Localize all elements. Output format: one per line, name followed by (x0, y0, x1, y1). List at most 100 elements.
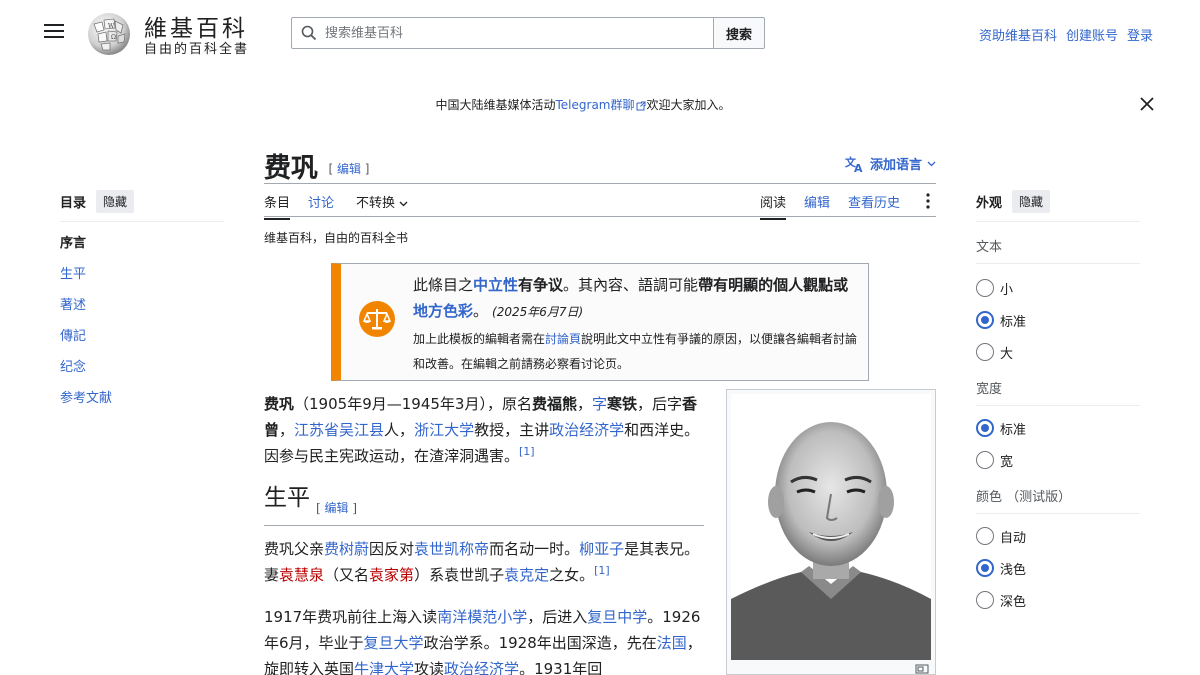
search-icon (301, 25, 317, 41)
more-options-icon[interactable] (925, 192, 931, 210)
education-paragraph: 1917年费巩前往上海入读南洋模范小学，后进入复旦中学。1926年6月，毕业于复… (264, 604, 704, 675)
text: 攻读 (414, 660, 445, 675)
search-box[interactable] (291, 17, 715, 49)
variant-chevron-icon (399, 201, 408, 207)
toc-title: 目录 (60, 196, 87, 211)
radio-color-auto[interactable] (976, 527, 994, 545)
logo-tagline: 自由的百科全書 (144, 42, 250, 57)
title-edit-link[interactable]: 编辑 (337, 162, 361, 176)
tab-article[interactable]: 条目 (264, 192, 291, 220)
toc-hide-button[interactable]: 隐藏 (96, 190, 135, 213)
search-input[interactable] (325, 25, 685, 41)
toc-item-works[interactable]: 著述 (60, 298, 224, 329)
notice-text: 此條目之 (413, 276, 474, 294)
zi-link[interactable]: 字 (592, 395, 607, 413)
option-label: 宽 (1000, 454, 1014, 470)
personal-tools: 资助维基百科 创建账号 登录 (979, 25, 1153, 44)
notice-text-after: 欢迎大家加入。 (646, 98, 731, 112)
external-link-icon (636, 101, 645, 110)
hometown-link[interactable]: 江苏省吴江县 (294, 421, 384, 439)
login-link[interactable]: 登录 (1127, 25, 1153, 44)
notice-date: (2025年6月7日) (492, 305, 584, 319)
toc-item-memorial[interactable]: 纪念 (60, 360, 224, 391)
search-button[interactable]: 搜索 (713, 17, 765, 49)
disputed-text: 有争议 (518, 276, 564, 294)
regional-link[interactable]: 地方色彩 (413, 302, 473, 320)
radio-small[interactable] (976, 279, 994, 297)
school-link[interactable]: 复旦中学 (587, 608, 647, 626)
wikipedia-globe-icon[interactable]: W Ω (84, 10, 134, 56)
talk-page-link[interactable]: 討論頁 (545, 332, 581, 346)
radio-large[interactable] (976, 343, 994, 361)
page-tabs: 条目 讨论 不转换 阅读 编辑 查看历史 (264, 190, 936, 220)
article-body: 费巩（1905年9月—1945年3月），原名费福熊，字寒铁，后字香曾，江苏省吴江… (264, 391, 704, 675)
reference-link[interactable]: [1] (519, 445, 535, 458)
section-edit-link[interactable]: 编辑 (325, 501, 349, 515)
create-account-link[interactable]: 创建账号 (1066, 25, 1118, 44)
school-link[interactable]: 复旦大学 (364, 634, 424, 652)
color-dark-option[interactable]: 深色 (976, 584, 1140, 616)
school-link[interactable]: 南洋模范小学 (437, 608, 527, 626)
tab-variant[interactable]: 不转换 (356, 192, 408, 218)
tab-read[interactable]: 阅读 (760, 192, 787, 220)
neutrality-link[interactable]: 中立性 (473, 276, 518, 294)
portrait-photo[interactable] (731, 394, 931, 660)
radio-color-dark[interactable] (976, 591, 994, 609)
close-icon[interactable] (1139, 96, 1155, 112)
add-language-button[interactable]: 文 A 添加语言 (845, 154, 936, 173)
wife-alias-redlink[interactable]: 袁家第 (369, 566, 414, 584)
text-size-small-option[interactable]: 小 (976, 272, 1140, 304)
width-standard-option[interactable]: 标准 (976, 412, 1140, 444)
wife-redlink[interactable]: 袁慧泉 (279, 566, 324, 584)
notice-sub-text: 加上此模板的編輯者需在討論頁說明此文中立性有爭議的原因，以便讓各編輯者討論和改善… (413, 327, 863, 377)
width-wide-option[interactable]: 宽 (976, 444, 1140, 476)
text-size-standard-option[interactable]: 标准 (976, 304, 1140, 336)
toc-item-biography[interactable]: 傳記 (60, 329, 224, 360)
color-light-option[interactable]: 浅色 (976, 552, 1140, 584)
text: 之女。 (549, 566, 595, 584)
kd-link[interactable]: 袁克定 (504, 566, 549, 584)
tab-history[interactable]: 查看历史 (848, 192, 900, 218)
main-menu-icon[interactable] (44, 24, 64, 40)
notice-main-text: 此條目之中立性有争议。其內容、語調可能帶有明顯的個人觀點或地方色彩。 (2025年… (413, 272, 863, 325)
intro-paragraph: 费巩（1905年9月—1945年3月），原名费福熊，字寒铁，后字香曾，江苏省吴江… (264, 391, 704, 469)
tab-edit[interactable]: 编辑 (804, 192, 830, 218)
text: ，后字 (637, 395, 683, 413)
university-link[interactable]: 浙江大学 (414, 421, 474, 439)
radio-color-light[interactable] (976, 559, 994, 577)
liu-link[interactable]: 柳亚子 (579, 540, 624, 558)
appearance-title: 外观 (976, 196, 1003, 211)
family-paragraph: 费巩父亲费树蔚因反对袁世凯称帝而名动一时。柳亚子是其表兄。妻袁慧泉（又名袁家第）… (264, 536, 704, 588)
option-label: 标准 (1000, 314, 1027, 330)
yuan-link[interactable]: 袁世凯称帝 (414, 540, 489, 558)
or-text: 或 (833, 276, 849, 294)
chevron-down-icon (927, 161, 936, 166)
reference-link[interactable]: [1] (594, 564, 610, 577)
donate-link[interactable]: 资助维基百科 (979, 25, 1057, 44)
subject-link[interactable]: 政治经济学 (549, 421, 624, 439)
text-size-large-option[interactable]: 大 (976, 336, 1140, 368)
color-auto-option[interactable]: 自动 (976, 520, 1140, 552)
toc-item-life[interactable]: 生平 (60, 267, 224, 298)
appearance-hide-button[interactable]: 隐藏 (1012, 190, 1051, 213)
radio-width-wide[interactable] (976, 451, 994, 469)
france-link[interactable]: 法国 (657, 634, 687, 652)
text: （1905年9月—1945年3月），原名 (294, 395, 532, 413)
oxford-link[interactable]: 牛津大学 (354, 660, 414, 675)
notice-text: 。 (473, 302, 489, 320)
father-link[interactable]: 费树蔚 (324, 540, 369, 558)
toc-item-references[interactable]: 参考文献 (60, 391, 224, 422)
width-label: 宽度 (976, 378, 1140, 406)
toc-item-intro[interactable]: 序言 (60, 236, 224, 267)
section-edit: [ 编辑 ] (316, 501, 358, 515)
tab-talk[interactable]: 讨论 (308, 192, 334, 218)
text: 。1931年回 (519, 660, 603, 675)
radio-standard[interactable] (976, 311, 994, 329)
enlarge-icon[interactable] (915, 664, 929, 674)
radio-width-standard[interactable] (976, 419, 994, 437)
telegram-link[interactable]: Telegram群聊 (556, 98, 635, 112)
courtesy-name: 寒铁 (607, 395, 638, 413)
language-icon: 文 A (845, 155, 863, 173)
text: 因反对 (369, 540, 415, 558)
pe-link[interactable]: 政治经济学 (444, 660, 519, 675)
